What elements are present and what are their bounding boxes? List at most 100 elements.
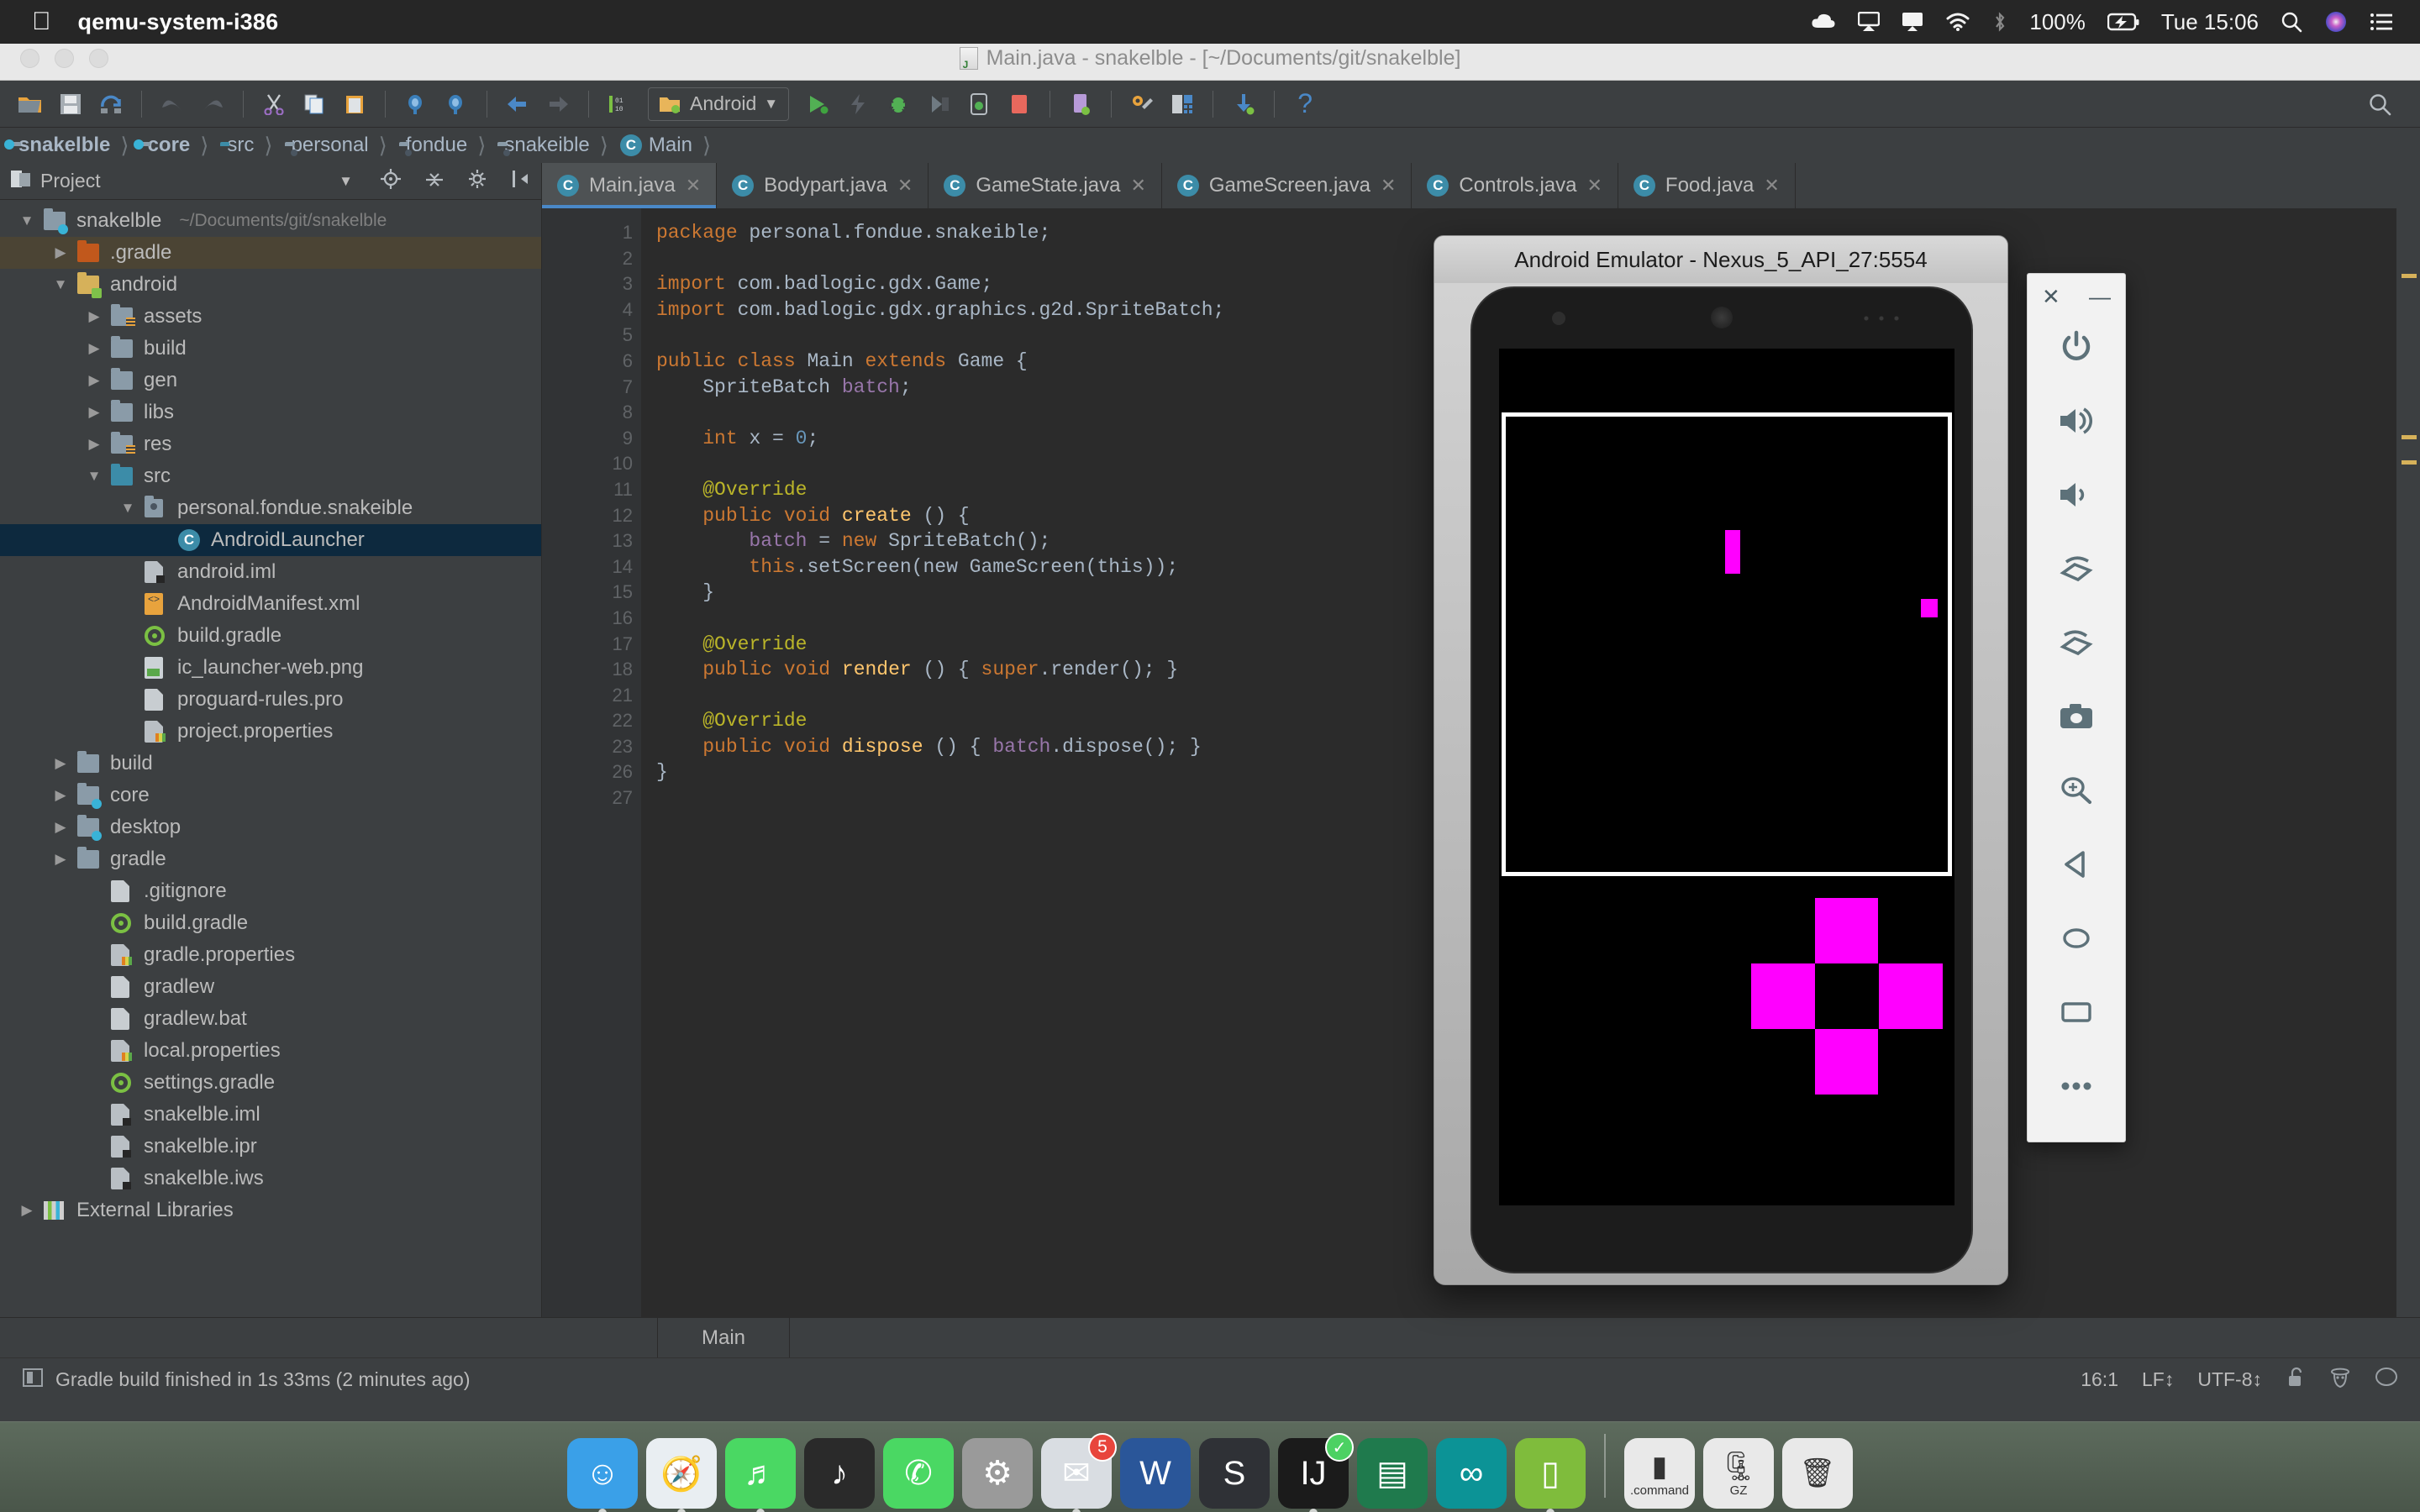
sync-icon[interactable] (92, 86, 129, 123)
zoom-button[interactable] (2027, 753, 2126, 827)
editor-tab-main-java[interactable]: CMain.java✕ (542, 163, 717, 208)
back-button[interactable] (2027, 827, 2126, 901)
dpad-down[interactable] (1815, 1029, 1878, 1095)
tree-item[interactable]: gradle.properties (0, 939, 541, 971)
chevron-down-icon[interactable]: ▼ (339, 173, 353, 190)
hide-panel-icon[interactable] (511, 168, 531, 195)
run-tab[interactable]: Main (657, 1318, 790, 1357)
tree-item[interactable]: ▶build (0, 333, 541, 365)
close-icon[interactable]: ✕ (897, 175, 913, 197)
dock-item-mail[interactable]: ✉5 (1041, 1438, 1112, 1509)
tree-expand-arrow-icon[interactable]: ▶ (51, 787, 70, 804)
cut-icon[interactable] (255, 86, 292, 123)
line-number[interactable]: 23 (542, 734, 633, 760)
tree-item[interactable]: <>AndroidManifest.xml (0, 588, 541, 620)
tree-item[interactable]: ▼personal.fondue.snakeible (0, 492, 541, 524)
zoom-window-button[interactable] (89, 49, 108, 68)
line-number[interactable]: 1 (542, 220, 633, 246)
close-window-button[interactable] (20, 49, 39, 68)
tree-item[interactable]: CAndroidLauncher (0, 524, 541, 556)
breadcrumb-item-core[interactable]: core⟩ (141, 133, 221, 159)
run-coverage-icon[interactable] (920, 86, 957, 123)
breadcrumb-item-personal[interactable]: personal⟩ (285, 133, 399, 159)
apply-changes-icon[interactable] (839, 86, 876, 123)
tree-item[interactable]: ▼android (0, 269, 541, 301)
spotlight-search-icon[interactable] (2281, 11, 2302, 33)
editor-tab-bodypart-java[interactable]: CBodypart.java✕ (717, 163, 929, 208)
run-icon[interactable] (799, 86, 836, 123)
android-profiler-icon[interactable] (960, 86, 997, 123)
tree-expand-arrow-icon[interactable]: ▼ (18, 213, 36, 229)
tree-item[interactable]: ▶gradle (0, 843, 541, 875)
tree-item[interactable]: gradlew (0, 971, 541, 1003)
settings-gear-icon[interactable] (467, 168, 489, 195)
dock-item-sublime-text[interactable]: S (1199, 1438, 1270, 1509)
line-number[interactable]: 3 (542, 271, 633, 297)
collapse-all-icon[interactable] (424, 168, 445, 195)
line-number[interactable]: 11 (542, 477, 633, 503)
tree-item[interactable]: ▼snakelble~/Documents/git/snakelble (0, 205, 541, 237)
chevron-down-icon[interactable]: ▼ (764, 96, 778, 113)
tree-item[interactable]: proguard-rules.pro (0, 684, 541, 716)
dock-item-arduino-board[interactable]: ▤ (1357, 1438, 1428, 1509)
avd-manager-icon[interactable] (1062, 86, 1099, 123)
tree-item[interactable]: ▶assets (0, 301, 541, 333)
paste-icon[interactable] (336, 86, 373, 123)
search-everywhere-icon[interactable] (2361, 86, 2398, 123)
tree-item[interactable]: ▼src (0, 460, 541, 492)
line-number[interactable]: 14 (542, 554, 633, 580)
tree-expand-arrow-icon[interactable]: ▼ (85, 468, 103, 485)
dock-item-system-preferences[interactable]: ⚙ (962, 1438, 1033, 1509)
tree-item[interactable]: ▶build (0, 748, 541, 780)
airplay-icon[interactable] (1858, 12, 1880, 32)
screenshot-button[interactable] (2027, 680, 2126, 753)
code-compare-icon[interactable]: 0110 (601, 86, 638, 123)
line-number[interactable]: 26 (542, 759, 633, 785)
breadcrumb-item-fondue[interactable]: fondue⟩ (399, 133, 498, 159)
editor-tab-food-java[interactable]: CFood.java✕ (1618, 163, 1796, 208)
home-button[interactable] (2027, 901, 2126, 975)
caret-position[interactable]: 16:1 (2081, 1368, 2118, 1391)
dock-item-command-file[interactable]: ▮.command (1624, 1438, 1695, 1509)
line-number[interactable]: 12 (542, 503, 633, 529)
tree-expand-arrow-icon[interactable]: ▶ (51, 819, 70, 836)
minimize-icon[interactable]: — (2089, 284, 2111, 310)
window-traffic-lights[interactable] (20, 49, 108, 68)
tree-item[interactable]: ▶libs (0, 396, 541, 428)
save-all-icon[interactable] (52, 86, 89, 123)
tree-expand-arrow-icon[interactable]: ▼ (118, 500, 137, 517)
close-icon[interactable]: ✕ (1586, 175, 1602, 197)
close-icon[interactable]: ✕ (686, 175, 701, 197)
dock-item-microsoft-word[interactable]: W (1120, 1438, 1191, 1509)
tree-item[interactable]: ▶core (0, 780, 541, 811)
close-icon[interactable]: ✕ (1381, 175, 1396, 197)
wifi-icon[interactable] (1945, 13, 1970, 31)
line-number[interactable]: 21 (542, 683, 633, 709)
tree-item[interactable]: gradlew.bat (0, 1003, 541, 1035)
tree-item[interactable]: settings.gradle (0, 1067, 541, 1099)
layout-inspector-icon[interactable] (1164, 86, 1201, 123)
line-number[interactable]: 8 (542, 400, 633, 426)
line-number[interactable]: 17 (542, 632, 633, 658)
close-icon[interactable]: ✕ (1130, 175, 1145, 197)
breadcrumb-item-src[interactable]: src⟩ (220, 133, 284, 159)
line-number[interactable]: 10 (542, 451, 633, 477)
replace-icon[interactable] (438, 86, 475, 123)
siri-icon[interactable] (2324, 10, 2348, 34)
tree-expand-arrow-icon[interactable]: ▶ (51, 851, 70, 868)
apple-logo-icon[interactable]:  (32, 9, 51, 34)
stop-icon[interactable] (1001, 86, 1038, 123)
editor-tab-gamestate-java[interactable]: CGameState.java✕ (929, 163, 1162, 208)
line-number[interactable]: 13 (542, 528, 633, 554)
line-number[interactable]: 22 (542, 708, 633, 734)
notification-center-icon[interactable] (2370, 13, 2393, 31)
redo-icon[interactable] (194, 86, 231, 123)
rotate-left-button[interactable] (2027, 532, 2126, 606)
locate-icon[interactable] (380, 168, 402, 195)
dpad-left[interactable] (1751, 963, 1815, 1029)
editor-marker-bar[interactable] (2396, 208, 2420, 1317)
sync-gradle-icon[interactable] (1225, 86, 1262, 123)
food-pellet[interactable] (1921, 599, 1938, 617)
breadcrumb-item-snakeible[interactable]: snakeible⟩ (497, 133, 620, 159)
line-number[interactable]: 6 (542, 349, 633, 375)
